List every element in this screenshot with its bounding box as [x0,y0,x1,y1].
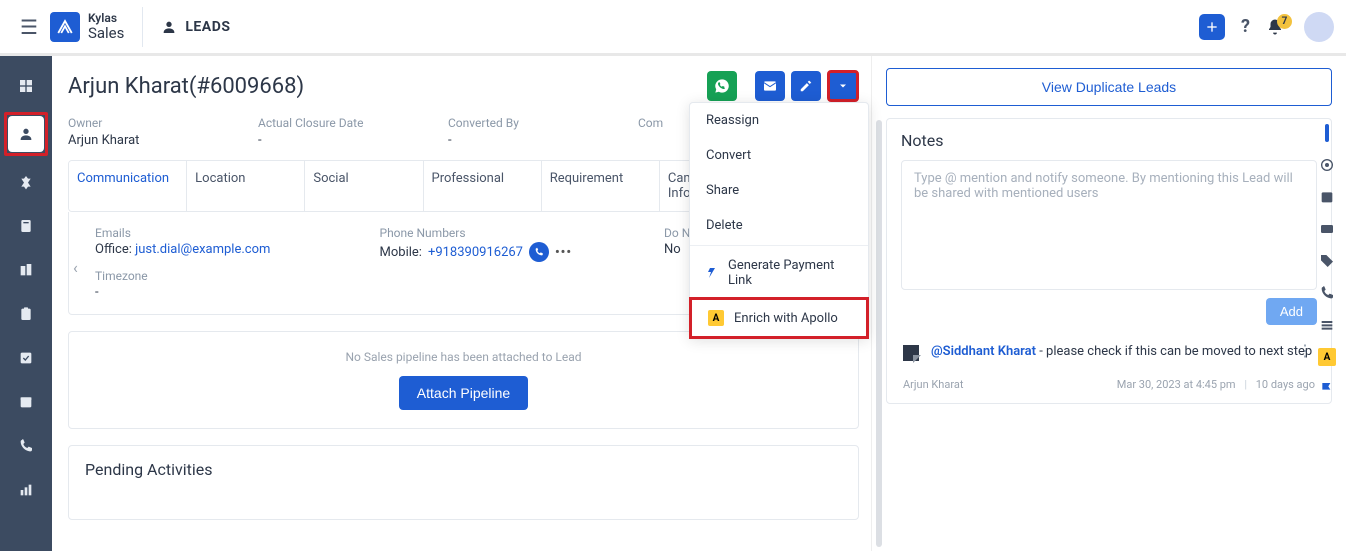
notes-title: Notes [901,131,1317,150]
rail-leads[interactable] [8,116,44,152]
convby-value: - [448,133,618,148]
right-strip: A [1312,124,1342,398]
pipeline-empty-msg: No Sales pipeline has been attached to L… [87,350,840,364]
nav-leads-label: LEADS [185,19,230,35]
rs-icon-1[interactable] [1325,124,1329,142]
rs-icon-calendar[interactable] [1318,188,1336,206]
dd-convert[interactable]: Convert [690,138,868,173]
call-icon[interactable] [529,242,549,262]
topbar: ☰ Kylas Sales LEADS ? 7 [0,0,1346,56]
divider [142,7,143,47]
rs-icon-mail[interactable] [1318,220,1336,238]
note-author: Arjun Kharat [903,378,963,391]
notes-widget: Notes Type @ mention and notify someone.… [886,118,1332,404]
rail-dashboard[interactable] [8,68,44,104]
dd-enrich-highlight: A Enrich with Apollo [689,297,869,339]
rail-reports[interactable] [8,472,44,508]
phone-more-icon[interactable]: ••• [555,245,572,260]
apollo-icon: A [708,310,724,326]
note-item: @Siddhant Kharat - please check if this … [901,337,1317,366]
pending-activities: Pending Activities [68,445,859,520]
emails-value: Office: just.dial@example.com [95,242,380,257]
email-button[interactable] [755,71,785,101]
actions-dropdown-button[interactable] [827,70,859,102]
rail-calls[interactable] [8,428,44,464]
rail-contacts[interactable] [8,208,44,244]
note-text: @Siddhant Kharat - please check if this … [931,343,1312,362]
add-note-button[interactable]: Add [1266,298,1317,325]
tab-requirement[interactable]: Requirement [542,161,660,211]
rs-icon-target[interactable] [1318,156,1336,174]
dd-delete[interactable]: Delete [690,208,868,243]
rs-icon-stack[interactable] [1318,316,1336,334]
top-actions: ? 7 [1199,12,1334,42]
razorpay-icon [706,267,718,279]
brand-sub: Sales [88,25,124,42]
note-date: Mar 30, 2023 at 4:45 pm [1117,378,1236,391]
rs-icon-apollo[interactable]: A [1318,348,1336,366]
create-button[interactable] [1199,14,1225,40]
whatsapp-button[interactable] [707,71,737,101]
notifications-button[interactable]: 7 [1266,18,1284,36]
logo-icon [50,12,80,42]
person-icon [161,19,177,35]
edit-button[interactable] [791,71,821,101]
note-mention[interactable]: @Siddhant Kharat [931,344,1036,359]
left-rail [0,56,52,551]
note-meta: Arjun Kharat Mar 30, 2023 at 4:45 pm | 1… [901,378,1317,391]
rs-icon-phone[interactable] [1318,284,1336,302]
phone-link[interactable]: +918390916267 [428,245,523,260]
hamburger-icon[interactable]: ☰ [12,7,46,47]
tab-social[interactable]: Social [305,161,423,211]
chevron-left-icon[interactable]: ‹ [73,258,78,277]
closure-label: Actual Closure Date [258,116,428,130]
notes-input[interactable]: Type @ mention and notify someone. By me… [901,160,1317,290]
lead-title: Arjun Kharat(#6009668) [68,74,304,99]
tab-location[interactable]: Location [187,161,305,211]
rs-icon-tag[interactable] [1318,252,1336,270]
phone-label: Phone Numbers [380,226,665,240]
emails-label: Emails [95,226,380,240]
pipeline-box: No Sales pipeline has been attached to L… [68,331,859,429]
note-menu-icon[interactable]: ⋮ [1297,341,1313,360]
note-icon [903,345,919,361]
view-duplicates-button[interactable]: View Duplicate Leads [886,68,1332,106]
tz-label: Timezone [95,269,380,283]
owner-value: Arjun Kharat [68,133,238,148]
notif-badge: 7 [1277,14,1292,29]
closure-value: - [258,133,428,148]
lead-actions: Reassign Convert Share Delete Generate P… [707,70,859,102]
dd-reassign[interactable]: Reassign [690,103,868,138]
dd-payment-link[interactable]: Generate Payment Link [690,248,868,298]
convby-label: Converted By [448,116,618,130]
owner-label: Owner [68,116,238,130]
rail-leads-highlight [4,112,48,156]
rail-companies[interactable] [8,252,44,288]
tz-value: - [95,285,380,300]
email-link[interactable]: just.dial@example.com [135,242,270,257]
rs-icon-flag[interactable] [1318,380,1336,398]
rail-approve[interactable] [8,340,44,376]
dd-share[interactable]: Share [690,173,868,208]
brand-logo[interactable]: Kylas Sales [50,12,124,42]
rail-deals[interactable] [8,164,44,200]
tab-communication[interactable]: Communication [69,161,187,211]
scrollbar[interactable] [876,120,882,547]
phone-value: Mobile: +918390916267 ••• [380,242,665,262]
dd-enrich-apollo[interactable]: A Enrich with Apollo [692,300,866,336]
dd-separator [690,245,868,246]
avatar[interactable] [1304,12,1334,42]
brand-name: Kylas [88,12,124,25]
help-icon[interactable]: ? [1241,16,1250,37]
nav-leads[interactable]: LEADS [161,19,230,35]
right-panel: View Duplicate Leads Notes Type @ mentio… [872,56,1346,551]
lead-content: Arjun Kharat(#6009668) Reassign Convert … [52,56,872,551]
rail-calendar[interactable] [8,384,44,420]
attach-pipeline-button[interactable]: Attach Pipeline [399,376,528,410]
tab-professional[interactable]: Professional [424,161,542,211]
pending-title: Pending Activities [85,460,842,479]
note-age: 10 days ago [1256,378,1315,391]
actions-dropdown: Reassign Convert Share Delete Generate P… [689,102,869,339]
rail-tasks[interactable] [8,296,44,332]
